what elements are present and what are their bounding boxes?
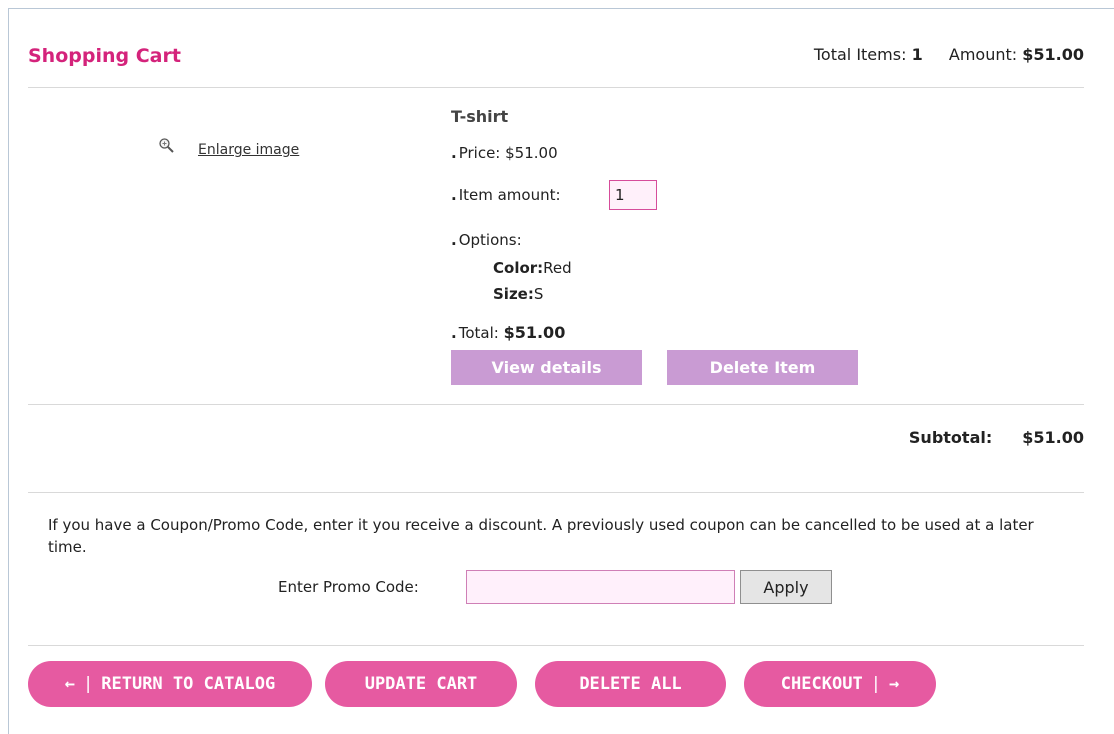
update-cart-button[interactable]: UPDATE CART	[325, 661, 517, 707]
checkout-button[interactable]: CHECKOUT | →	[744, 661, 936, 707]
arrow-left-icon: ←	[64, 674, 75, 694]
amount-label: Amount:	[948, 45, 1018, 64]
arrow-right-icon: →	[888, 674, 900, 694]
divider	[28, 492, 1084, 493]
total-line: . Total: $51.00	[451, 323, 566, 342]
price-value: $51.00	[505, 144, 558, 162]
promo-code-label: Enter Promo Code:	[278, 578, 419, 596]
option-value: Red	[543, 259, 572, 277]
total-label: Total:	[458, 324, 499, 342]
option-key: Size:	[493, 285, 534, 303]
divider	[28, 87, 1084, 88]
options-label: Options:	[458, 231, 522, 249]
delete-all-button[interactable]: DELETE ALL	[535, 661, 726, 707]
total-items-count: 1	[911, 45, 923, 64]
view-details-button[interactable]: View details	[451, 350, 642, 385]
options-line: . Options:	[451, 231, 522, 249]
item-amount-label: Item amount:	[458, 186, 561, 204]
return-to-catalog-label: RETURN TO CATALOG	[101, 674, 276, 694]
delete-all-label: DELETE ALL	[579, 674, 682, 694]
item-amount-line: . Item amount:	[451, 186, 561, 204]
product-name: T-shirt	[451, 107, 509, 126]
checkout-label: CHECKOUT	[780, 674, 863, 694]
subtotal: Subtotal: $51.00	[909, 428, 1084, 447]
divider	[28, 645, 1084, 646]
update-cart-label: UPDATE CART	[364, 674, 478, 694]
option-value: S	[533, 285, 544, 303]
promo-code-input[interactable]	[466, 570, 735, 604]
item-amount-input[interactable]	[609, 180, 657, 210]
option-size: Size:S	[493, 285, 543, 303]
magnifier-icon[interactable]	[158, 137, 176, 155]
divider	[28, 404, 1084, 405]
option-color: Color:Red	[493, 259, 572, 277]
total-items-label: Total Items:	[813, 45, 907, 64]
apply-button[interactable]: Apply	[740, 570, 832, 604]
subtotal-label: Subtotal:	[908, 428, 993, 447]
amount-value: $51.00	[1022, 45, 1084, 64]
return-to-catalog-button[interactable]: ← | RETURN TO CATALOG	[28, 661, 312, 707]
price-label: Price:	[458, 144, 501, 162]
page-title: Shopping Cart	[28, 45, 181, 67]
option-key: Color:	[493, 259, 544, 277]
cart-summary: Total Items: 1 Amount: $51.00	[814, 45, 1084, 64]
total-value: $51.00	[503, 323, 566, 342]
price-line: . Price: $51.00	[451, 144, 558, 162]
subtotal-value: $51.00	[1022, 428, 1084, 447]
separator: |	[83, 674, 94, 694]
separator: |	[870, 674, 881, 694]
enlarge-image-link[interactable]: Enlarge image	[198, 142, 299, 158]
promo-description: If you have a Coupon/Promo Code, enter i…	[48, 516, 1034, 556]
delete-item-button[interactable]: Delete Item	[667, 350, 858, 385]
